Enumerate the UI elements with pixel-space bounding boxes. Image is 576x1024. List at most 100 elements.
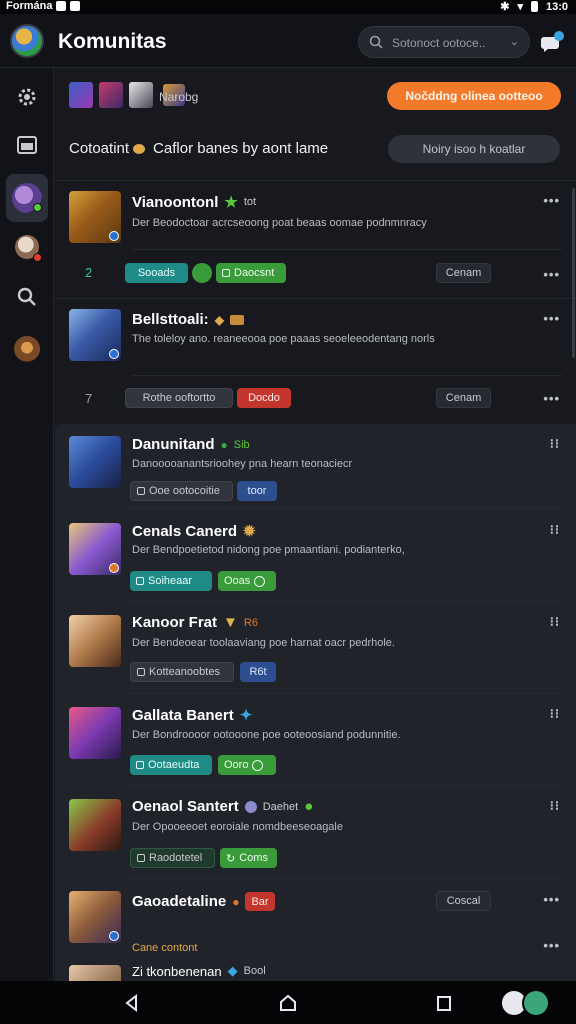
action-button[interactable]: Cenam — [436, 263, 491, 283]
reply-count: 2 — [85, 265, 93, 280]
rail-search[interactable] — [6, 276, 48, 318]
action-button[interactable]: Coscal — [436, 891, 491, 911]
pill-gray[interactable]: Ooe ootocoitie — [130, 481, 233, 501]
post-avatar — [69, 965, 121, 981]
pill-green[interactable]: Daocsnt — [216, 263, 286, 283]
action-button[interactable]: Cenam — [436, 388, 491, 408]
divider — [125, 878, 561, 879]
post-card[interactable]: Cenals Canerd ✹ Der Bendpoetietod nidong… — [55, 516, 576, 606]
search-input[interactable]: Sotonoct ootoce.. ⌄ — [358, 26, 530, 58]
recents-icon[interactable] — [434, 993, 454, 1013]
home-icon[interactable] — [278, 993, 298, 1013]
grid-menu-icon[interactable]: ⁝⁝ — [550, 614, 560, 630]
pill-gray-label: Kotteanoobtes — [149, 666, 220, 678]
pill-green[interactable]: Ooas — [218, 571, 276, 591]
post-author-name: Danunitand — [132, 436, 215, 453]
thumb-3[interactable] — [129, 82, 153, 108]
notification-badge — [33, 253, 42, 262]
post-author: Zi tkonbenenan ◆ Bool — [132, 963, 266, 979]
post-author: Bellsttoali: ◆ — [132, 311, 244, 328]
square-icon — [137, 668, 145, 676]
post-description: Der Opooeeoet eoroiale nomdbeeseoagale — [132, 821, 343, 833]
app-title: Komunitas — [58, 30, 167, 53]
square-icon — [137, 854, 145, 862]
post-avatar — [69, 191, 121, 243]
post-card[interactable]: Bellsttoali: ◆ The toleloy ano. reaneeoo… — [55, 299, 576, 423]
post-tag: Bar — [245, 892, 275, 911]
more-options-icon[interactable]: ••• — [543, 391, 560, 406]
pill-gray[interactable]: Rothe ooftortto — [125, 388, 233, 408]
post-card[interactable]: Zi tkonbenenan ◆ Bool — [55, 961, 576, 981]
post-tag: Daehet — [262, 800, 299, 813]
pill-blue[interactable]: toor — [237, 481, 277, 501]
post-description: Der Beodoctoar acrcseoong poat beaas oom… — [132, 217, 427, 229]
pill-teal[interactable]: Sooads — [125, 263, 188, 283]
pill-teal-label: Soiheaar — [148, 575, 193, 587]
grid-menu-icon[interactable]: ⁝⁝ — [550, 706, 560, 722]
more-options-icon[interactable]: ••• — [543, 311, 560, 326]
verified-badge — [109, 231, 119, 241]
chat-bubble-icon[interactable] — [538, 28, 566, 56]
pill-green[interactable]: Ooro — [218, 755, 276, 775]
pill-red[interactable]: Docdo — [237, 388, 291, 408]
chevron-down-icon[interactable]: ⌄ — [510, 35, 519, 48]
post-card[interactable]: Gaoadetaline ● Bar Coscal ••• Cane conto… — [55, 884, 576, 954]
system-nav-bar — [0, 981, 576, 1024]
sparkle-icon: ✦ — [239, 707, 253, 724]
app-avatar[interactable] — [10, 24, 44, 58]
pill-gray[interactable]: Kotteanoobtes — [130, 662, 234, 682]
divider — [125, 693, 561, 694]
section-heading-a: Cotoatint — [69, 140, 130, 157]
post-tag: R6 — [243, 616, 258, 629]
post-card[interactable]: Oenaol Santert Daehet ● Der Opooeeoet eo… — [55, 792, 576, 884]
post-card[interactable]: Danunitand ● Sib Danooooanantsrioohey pn… — [55, 426, 576, 516]
star-icon: ★ — [224, 194, 238, 211]
fire-icon: ● — [232, 894, 240, 909]
rail-settings[interactable] — [6, 76, 48, 118]
rail-community[interactable] — [6, 174, 48, 222]
rail-profile[interactable] — [6, 226, 48, 268]
pill-teal[interactable]: Ootaeudta — [130, 755, 212, 775]
secondary-button[interactable]: Noiry isoo h koatlar — [388, 135, 560, 163]
online-badge — [33, 203, 42, 212]
pill-green[interactable]: ↻ Coms — [220, 848, 277, 868]
more-options-icon[interactable]: ••• — [543, 892, 560, 907]
post-card[interactable]: Gallata Banert ✦ Der Bondroooor ootooone… — [55, 700, 576, 790]
post-description: Danooooanantsrioohey pna hearn teonaciec… — [132, 458, 353, 470]
grid-menu-icon[interactable]: ⁝⁝ — [550, 522, 560, 538]
refresh-icon: ↻ — [226, 852, 236, 865]
thumbs-label: Narobg — [159, 90, 199, 104]
more-options-icon[interactable]: ••• — [543, 938, 560, 953]
back-icon[interactable] — [122, 993, 142, 1013]
nav-avatars[interactable] — [500, 989, 556, 1017]
primary-cta-button[interactable]: Nočddng olinea ootteoo — [387, 82, 561, 110]
more-options-icon[interactable]: ••• — [543, 267, 560, 282]
gear-badge-icon: ✹ — [243, 523, 256, 540]
post-avatar — [69, 615, 121, 667]
grid-menu-icon[interactable]: ⁝⁝ — [550, 798, 560, 814]
mail-icon — [70, 1, 81, 11]
thumb-2[interactable] — [99, 82, 123, 108]
post-description: Der Bendpoetietod nidong poe pmaantiani.… — [132, 544, 405, 556]
post-author-name: Gallata Banert — [132, 706, 234, 724]
emoji-reaction-icon[interactable] — [192, 263, 212, 283]
rail-gallery[interactable] — [6, 124, 48, 166]
status-badge — [109, 563, 119, 573]
post-avatar — [69, 891, 121, 943]
search-icon — [369, 35, 383, 49]
post-card[interactable]: Kanoor Frat ▼ R6 Der Bendeoear toolaavia… — [55, 608, 576, 698]
post-author: Gallata Banert ✦ — [132, 706, 253, 725]
grid-menu-icon[interactable]: ⁝⁝ — [550, 436, 560, 452]
scrollbar[interactable] — [572, 188, 575, 358]
post-description: Der Bendeoear toolaaviang poe harnat oac… — [132, 637, 395, 649]
post-card[interactable]: Vianoontonl ★ tot Der Beodoctoar acrcseo… — [55, 181, 576, 305]
post-author-name: Cenals Canerd — [132, 522, 238, 540]
post-author: Kanoor Frat ▼ R6 — [132, 614, 258, 631]
pill-teal[interactable]: Soiheaar — [130, 571, 212, 591]
post-author-name: Bellsttoali: — [132, 311, 209, 328]
thumb-1[interactable] — [69, 82, 93, 108]
pill-dark-green[interactable]: Raodotetel — [130, 848, 215, 868]
more-options-icon[interactable]: ••• — [543, 193, 560, 208]
rail-game[interactable] — [6, 328, 48, 370]
pill-blue[interactable]: R6t — [240, 662, 276, 682]
